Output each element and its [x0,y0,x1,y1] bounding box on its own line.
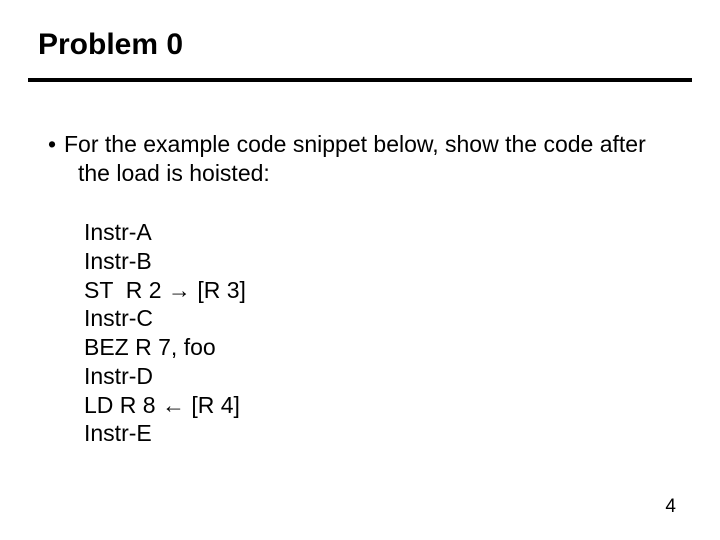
code-line: Instr-B [84,247,246,276]
slide-title: Problem 0 [38,28,183,62]
code-line: Instr-A [84,218,246,247]
code-line: Instr-E [84,419,246,448]
code-line: LD R 8 ← [R 4] [84,391,246,420]
code-line: Instr-C [84,304,246,333]
code-line: ST R 2 → [R 3] [84,276,246,305]
code-block: Instr-A Instr-B ST R 2 → [R 3] Instr-C B… [84,218,246,448]
bullet-text-line1: For the example code snippet below, show… [64,131,646,157]
code-line: Instr-D [84,362,246,391]
bullet-item: •For the example code snippet below, sho… [48,130,668,188]
page-number: 4 [665,496,676,518]
slide: Problem 0 •For the example code snippet … [0,0,720,540]
code-line: BEZ R 7, foo [84,333,246,362]
bullet-text-line2: the load is hoisted: [48,159,668,188]
horizontal-rule [28,78,692,82]
bullet-marker: • [48,130,64,159]
